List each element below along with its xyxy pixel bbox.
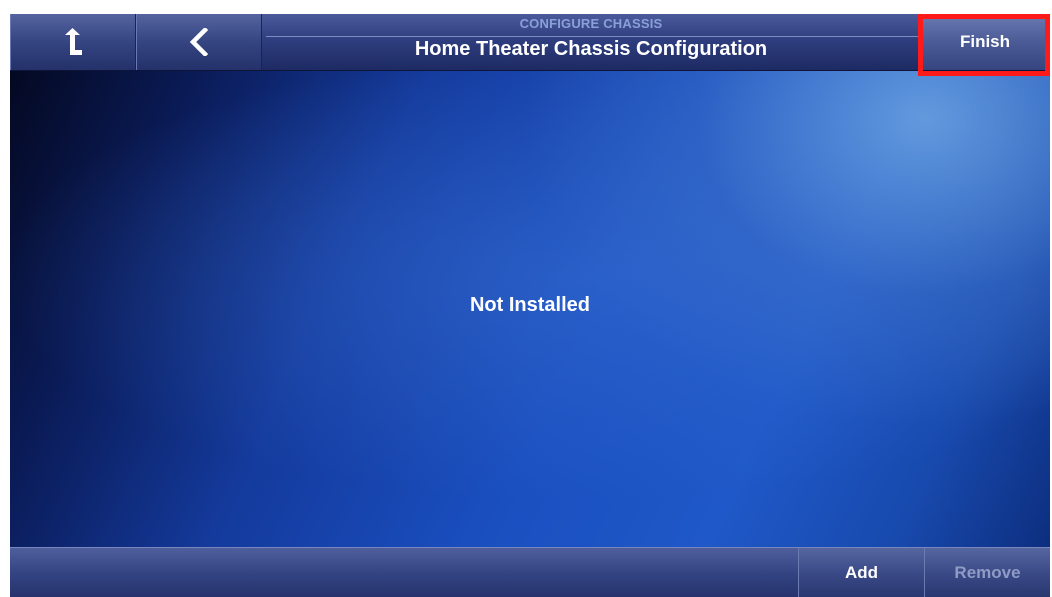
up-level-button[interactable]	[10, 14, 136, 70]
add-button[interactable]: Add	[798, 548, 924, 597]
remove-button: Remove	[924, 548, 1050, 597]
page-subtitle: CONFIGURE CHASSIS	[519, 16, 663, 31]
finish-button[interactable]: Finish	[920, 14, 1050, 70]
footer-bar: Add Remove	[10, 547, 1050, 597]
header-bar: CONFIGURE CHASSIS Home Theater Chassis C…	[10, 14, 1050, 71]
back-button[interactable]	[136, 14, 262, 70]
chevron-left-icon	[189, 28, 209, 56]
title-divider	[266, 36, 920, 37]
title-area: CONFIGURE CHASSIS Home Theater Chassis C…	[262, 14, 920, 70]
status-text: Not Installed	[469, 294, 590, 316]
up-level-icon	[65, 28, 82, 55]
page-title: Home Theater Chassis Configuration	[414, 38, 768, 60]
app-screen: CONFIGURE CHASSIS Home Theater Chassis C…	[10, 14, 1050, 597]
